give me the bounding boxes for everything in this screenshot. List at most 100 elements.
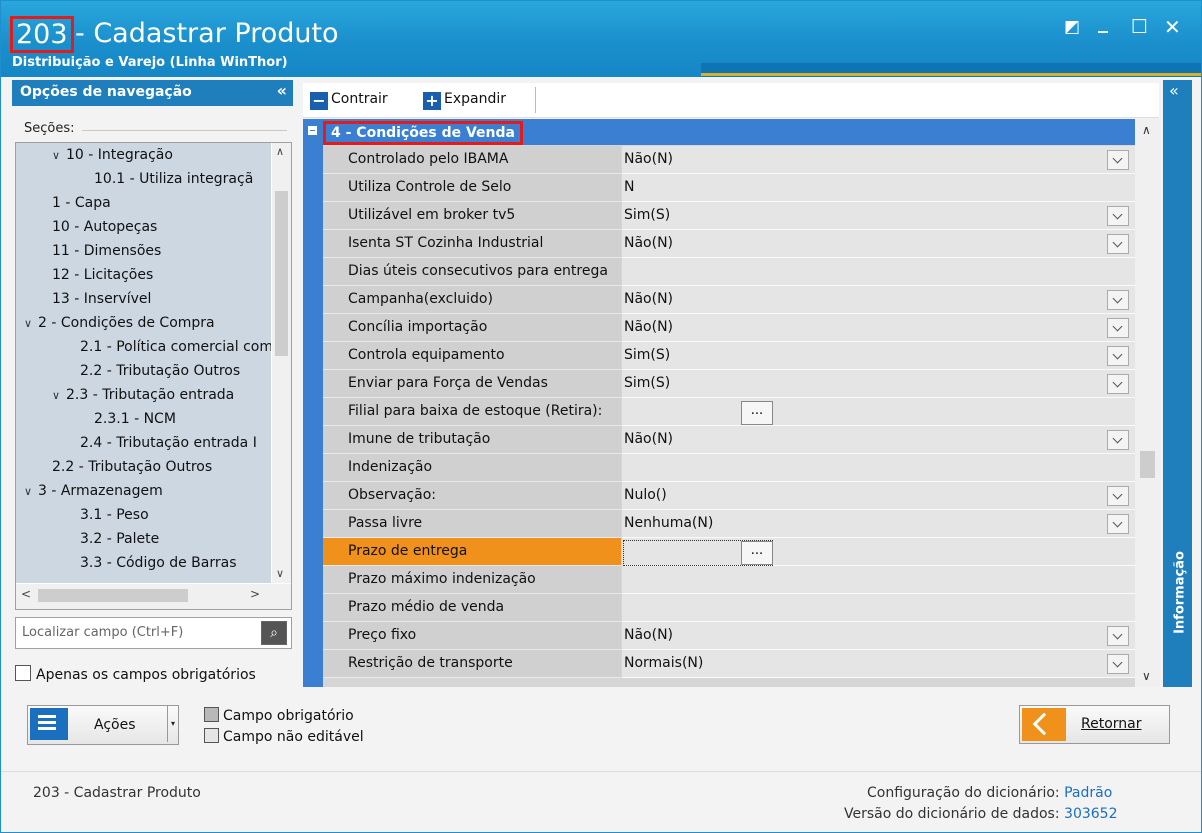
grid-row[interactable]: Enviar para Força de Vendas Sim(S): [323, 370, 1135, 398]
chevron-down-icon[interactable]: [1107, 318, 1129, 338]
tree-item[interactable]: ∨ 10 - Integração: [16, 143, 173, 167]
grid-row[interactable]: Utiliza Controle de Selo N: [323, 174, 1135, 202]
minimize-button[interactable]: _: [1098, 11, 1108, 31]
property-value-cell[interactable]: Não(N): [622, 622, 1135, 650]
scroll-up-icon[interactable]: ∧: [276, 145, 284, 158]
search-icon[interactable]: ⌕: [261, 621, 287, 645]
property-name-cell[interactable]: Imune de tributação: [323, 426, 621, 454]
scroll-down-icon[interactable]: ∨: [1142, 669, 1151, 683]
property-name-cell[interactable]: Concília importação: [323, 314, 621, 342]
property-name-cell[interactable]: Prazo médio de venda: [323, 594, 621, 622]
property-name-cell[interactable]: Controla equipamento: [323, 342, 621, 370]
return-button[interactable]: Retornar: [1019, 705, 1170, 744]
grid-row[interactable]: Prazo médio de venda: [323, 594, 1135, 622]
property-grid[interactable]: 4 - Condições de Venda Controlado pelo I…: [303, 119, 1135, 687]
tree-scroll-thumb[interactable]: [275, 191, 288, 356]
grid-row[interactable]: Utilizável em broker tv5 Sim(S): [323, 202, 1135, 230]
property-value-cell[interactable]: [622, 258, 1135, 286]
tree-hscroll-thumb[interactable]: [38, 589, 188, 602]
property-name-cell[interactable]: Isenta ST Cozinha Industrial: [323, 230, 621, 258]
property-name-cell[interactable]: Preço fixo: [323, 622, 621, 650]
actions-button[interactable]: Ações ▾: [27, 705, 179, 745]
section-header[interactable]: 4 - Condições de Venda: [303, 119, 1135, 145]
nav-collapse-icon[interactable]: «: [277, 81, 287, 100]
maximize-button[interactable]: ☐: [1131, 17, 1148, 37]
chevron-down-icon[interactable]: [1107, 486, 1129, 506]
property-name-cell[interactable]: Prazo máximo indenização: [323, 566, 621, 594]
property-value-cell[interactable]: Normais(N): [622, 650, 1135, 678]
grid-row[interactable]: Imune de tributação Não(N): [323, 426, 1135, 454]
chevron-down-icon[interactable]: [1107, 206, 1129, 226]
tree-item[interactable]: 2.2 - Tributação Outros: [16, 455, 212, 479]
property-value-cell[interactable]: ...: [622, 398, 1135, 426]
property-name-cell[interactable]: Dias úteis consecutivos para entrega: [323, 258, 621, 286]
ellipsis-button[interactable]: ...: [741, 541, 773, 565]
ellipsis-button[interactable]: ...: [741, 401, 773, 425]
collapse-button[interactable]: − Contrair: [310, 91, 388, 110]
scroll-down-icon[interactable]: ∨: [276, 567, 284, 580]
chevron-down-icon[interactable]: ∨: [24, 312, 38, 336]
grid-row[interactable]: Isenta ST Cozinha Industrial Não(N): [323, 230, 1135, 258]
tree-item[interactable]: 10.1 - Utiliza integraçã: [16, 167, 253, 191]
search-input[interactable]: Localizar campo (Ctrl+F): [22, 625, 183, 640]
tree-item[interactable]: 2.1 - Política comercial com: [16, 335, 271, 359]
tree-item[interactable]: 2.2 - Tributação Outros: [16, 359, 240, 383]
property-value-cell[interactable]: Sim(S): [622, 370, 1135, 398]
property-value-cell[interactable]: Não(N): [622, 314, 1135, 342]
property-value-cell[interactable]: [622, 566, 1135, 594]
grid-row[interactable]: Controla equipamento Sim(S): [323, 342, 1135, 370]
property-name-cell[interactable]: Controlado pelo IBAMA: [323, 146, 621, 174]
chevron-down-icon[interactable]: [1107, 290, 1129, 310]
grid-row[interactable]: Indenização: [323, 454, 1135, 482]
tree-item[interactable]: 2.4 - Tributação entrada I: [16, 431, 257, 455]
property-name-cell[interactable]: Filial para baixa de estoque (Retira):: [323, 398, 621, 426]
tree-item[interactable]: 13 - Inservível: [16, 287, 151, 311]
property-value-cell[interactable]: Sim(S): [622, 342, 1135, 370]
tree-item[interactable]: 10 - Autopeças: [16, 215, 157, 239]
section-collapse-icon[interactable]: [308, 126, 317, 135]
chevron-down-icon[interactable]: ∨: [52, 384, 66, 408]
chevron-down-icon[interactable]: [1107, 514, 1129, 534]
info-panel[interactable]: « Informação: [1163, 80, 1192, 687]
tree-item[interactable]: 11 - Dimensões: [16, 239, 161, 263]
grid-row[interactable]: Restrição de transporte Normais(N): [323, 650, 1135, 678]
grid-row[interactable]: Dias úteis consecutivos para entrega: [323, 258, 1135, 286]
property-value-cell[interactable]: N: [622, 174, 1135, 202]
tree-item[interactable]: 3.3 - Código de Barras: [16, 551, 237, 575]
expand-button[interactable]: + Expandir: [423, 91, 506, 110]
chevron-down-icon[interactable]: [1107, 234, 1129, 254]
chevron-down-icon[interactable]: ∨: [52, 144, 66, 168]
property-name-cell[interactable]: Restrição de transporte: [323, 650, 621, 678]
grid-row[interactable]: Prazo máximo indenização: [323, 566, 1135, 594]
property-name-cell[interactable]: Passa livre: [323, 510, 621, 538]
property-name-cell[interactable]: Observação:: [323, 482, 621, 510]
scroll-left-icon[interactable]: <: [21, 587, 31, 601]
property-name-cell[interactable]: Indenização: [323, 454, 621, 482]
scroll-right-icon[interactable]: >: [250, 587, 260, 601]
property-value-cell[interactable]: Não(N): [622, 146, 1135, 174]
grid-row[interactable]: Filial para baixa de estoque (Retira):..…: [323, 398, 1135, 426]
grid-row[interactable]: Passa livre Nenhuma(N): [323, 510, 1135, 538]
chevron-down-icon[interactable]: [1107, 654, 1129, 674]
property-value-cell[interactable]: [622, 594, 1135, 622]
grid-row[interactable]: Observação: Nulo(): [323, 482, 1135, 510]
property-name-cell[interactable]: Utiliza Controle de Selo: [323, 174, 621, 202]
property-value-cell[interactable]: Não(N): [622, 230, 1135, 258]
grid-row[interactable]: Preço fixo Não(N): [323, 622, 1135, 650]
checkbox-box[interactable]: [15, 665, 31, 681]
chevron-down-icon[interactable]: [1107, 150, 1129, 170]
property-value-cell[interactable]: Nulo(): [622, 482, 1135, 510]
tree-item[interactable]: 12 - Licitações: [16, 263, 153, 287]
chevron-down-icon[interactable]: [1107, 430, 1129, 450]
property-name-cell[interactable]: Enviar para Força de Vendas: [323, 370, 621, 398]
grid-scrollbar[interactable]: ∧ ∨: [1135, 119, 1160, 687]
chevron-down-icon[interactable]: [1107, 374, 1129, 394]
grid-row[interactable]: Controlado pelo IBAMA Não(N): [323, 146, 1135, 174]
field-search[interactable]: Localizar campo (Ctrl+F) ⌕: [15, 617, 292, 649]
property-name-cell[interactable]: Prazo de entrega: [323, 538, 621, 566]
sections-tree[interactable]: ∨ 10 - Integração 10.1 - Utiliza integraçã…: [15, 142, 292, 610]
tree-item[interactable]: ∨ 2 - Condições de Compra: [16, 311, 215, 335]
property-value-cell[interactable]: [622, 454, 1135, 482]
property-value-cell[interactable]: Nenhuma(N): [622, 510, 1135, 538]
restore-icon[interactable]: ◩: [1064, 17, 1080, 37]
